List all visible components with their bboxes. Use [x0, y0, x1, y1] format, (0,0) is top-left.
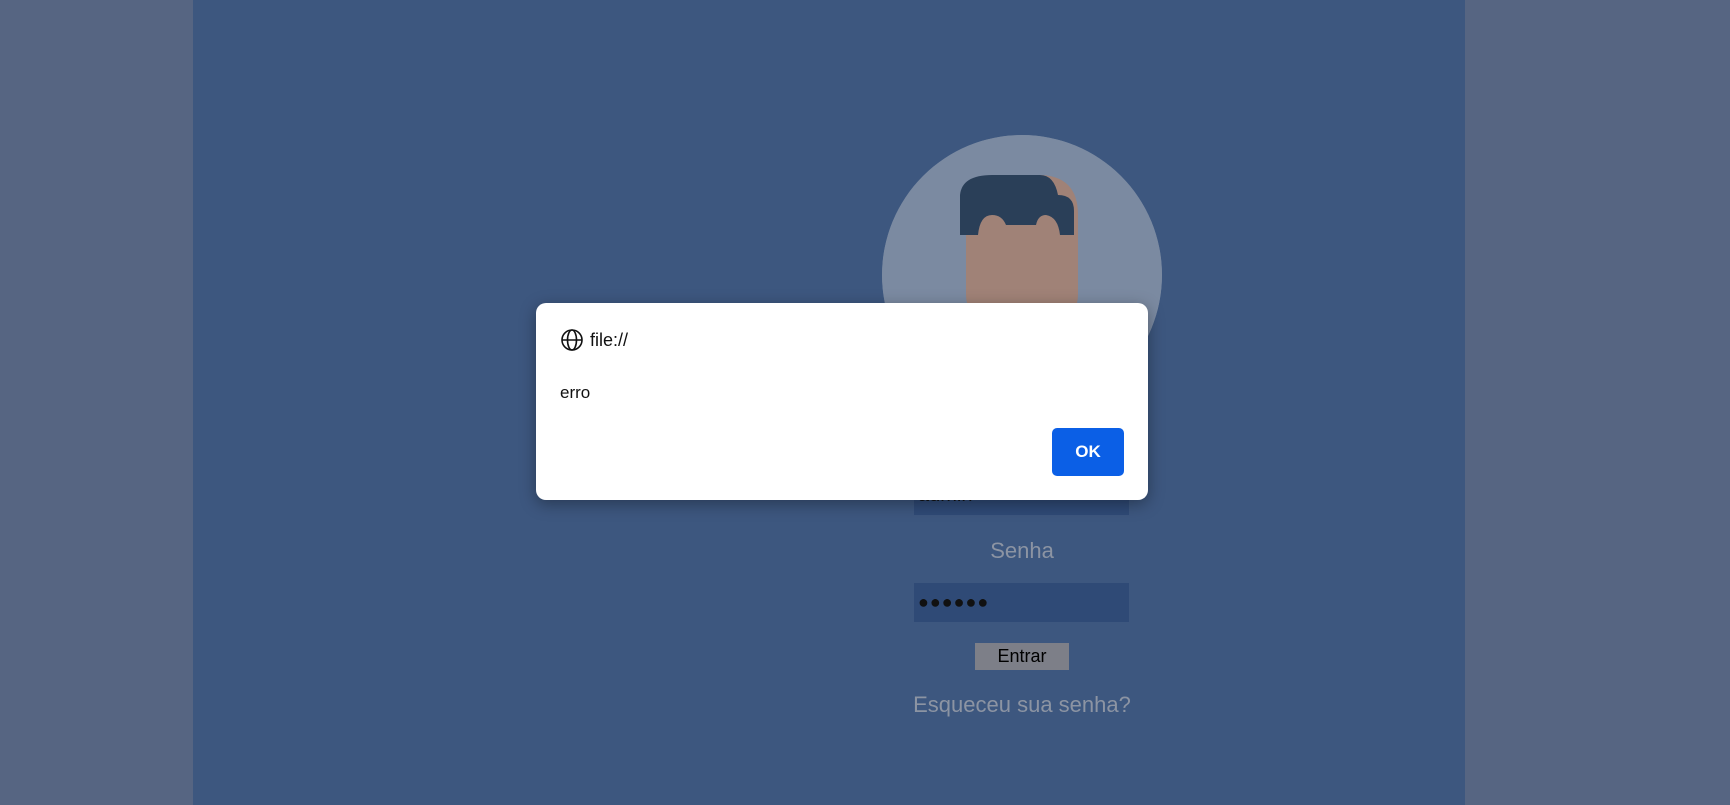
dialog-origin: file://: [590, 329, 629, 350]
password-value: ●●●●●●: [918, 592, 990, 612]
login-button[interactable]: Entrar: [975, 643, 1069, 670]
forgot-password-link[interactable]: Esqueceu sua senha?: [829, 692, 1215, 718]
alert-dialog: file:// erro OK: [536, 303, 1148, 500]
globe-icon: [560, 328, 584, 352]
dialog-message: erro: [560, 383, 591, 402]
ok-button[interactable]: OK: [1052, 428, 1124, 476]
password-field[interactable]: ●●●●●●: [914, 583, 1129, 622]
password-label: Senha: [990, 538, 1054, 563]
dialog-header: file://: [560, 327, 628, 353]
